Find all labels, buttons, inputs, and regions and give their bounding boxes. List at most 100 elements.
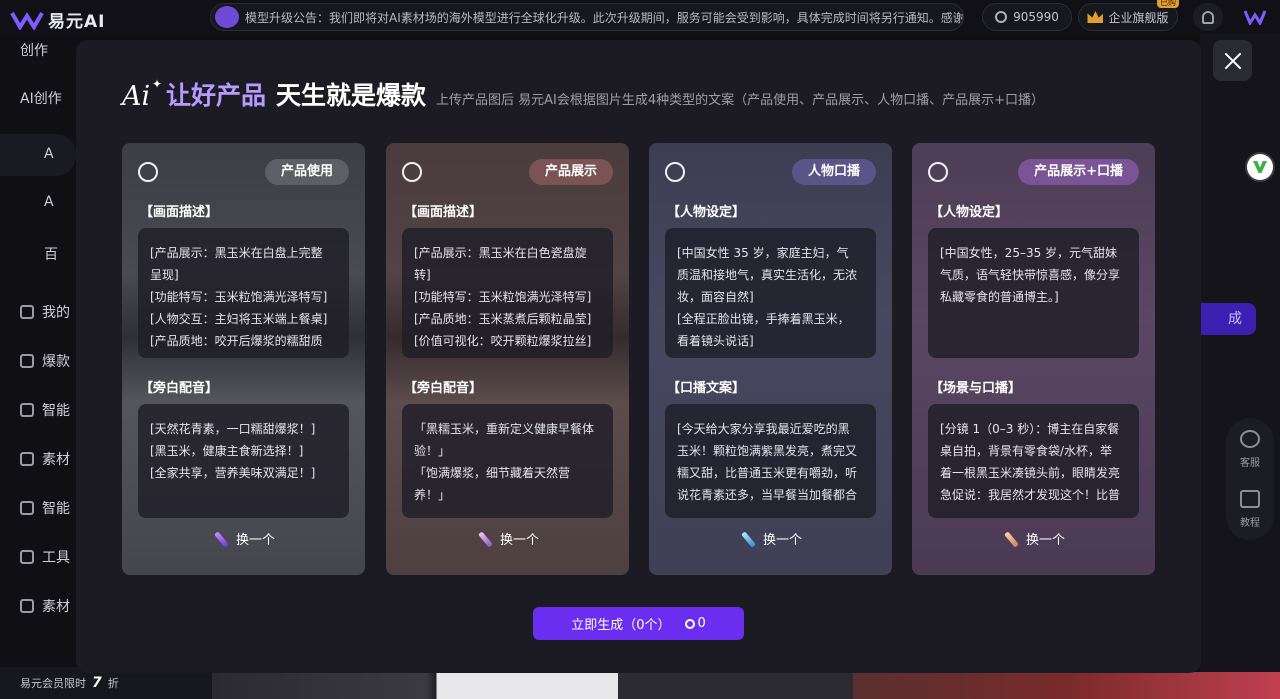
section1-box: [产品展示：黑玉米在白盘上完整 呈现] [功能特写：玉米粒饱满光泽特写] [人物…: [138, 228, 349, 358]
select-radio[interactable]: [665, 162, 685, 182]
text-line: [中国女性 35 岁，家庭主妇，气: [677, 246, 849, 260]
text-line: 看着镜头说话]: [677, 334, 754, 348]
promo-number: 7: [92, 675, 102, 691]
ai-sparkle-icon: Ai ✦: [122, 77, 162, 112]
sidebar-item-hot[interactable]: 爆款: [20, 351, 70, 371]
sidebar-item-mine[interactable]: 我的: [20, 302, 70, 322]
headset-icon[interactable]: [1240, 430, 1260, 448]
select-radio[interactable]: [402, 162, 422, 182]
card-product-display[interactable]: 产品展示 【画面描述】 [产品展示：黑玉米在白色瓷盘旋 转] [功能特写：玉米粒…: [386, 143, 629, 575]
text-line: 呈现]: [150, 268, 179, 282]
vip-plan-button[interactable]: 企业旗舰版 已购: [1078, 0, 1179, 31]
coin-balance[interactable]: 905990: [982, 3, 1072, 31]
copywriting-modal: Ai ✦ 让好产品 天生就是爆款 上传产品图后 易元AI会根据图片生成4种类型的文…: [76, 40, 1201, 673]
sidebar-item-sub-a[interactable]: A: [44, 146, 54, 162]
swap-label: 换一个: [499, 533, 539, 548]
text-line: 养！」: [414, 488, 451, 502]
floating-help-panel: 客服 教程: [1226, 418, 1274, 540]
swap-button[interactable]: 换一个: [386, 529, 629, 548]
announcement-banner[interactable]: 模型升级公告：我们即将对AI素材场的海外模型进行全球化升级。此次升级期间，服务可…: [210, 3, 964, 31]
avatar[interactable]: [1244, 9, 1266, 25]
text-line: 妆，面容自然]: [677, 290, 754, 304]
section1-box: [中国女性，25–35 岁，元气甜妹 气质，语气轻快带惊喜感，像分享 私藏零食的…: [928, 228, 1139, 358]
cube-icon: [20, 452, 34, 466]
modal-header: Ai ✦ 让好产品 天生就是爆款 上传产品图后 易元AI会根据图片生成4种类型的文…: [122, 76, 1044, 112]
text-line: [天然花青素，一口糯甜爆浆！]: [150, 422, 316, 436]
background-panel: [1200, 34, 1280, 699]
text-line: 着一根黑玉米凑镜头前，眼睛发亮: [940, 466, 1121, 480]
notification-button[interactable]: [1193, 3, 1223, 31]
card-product-use[interactable]: 产品使用 【画面描述】 [产品展示：黑玉米在白盘上完整 呈现] [功能特写：玉米…: [122, 143, 365, 575]
text-line: 糯又甜，比普通玉米更有嚼劲，听: [677, 466, 858, 480]
swap-label: 换一个: [762, 533, 802, 548]
card-tag: 产品使用: [264, 159, 349, 185]
sidebar-item-tools[interactable]: 工具: [20, 547, 70, 567]
card-tag: 人物口播: [791, 159, 876, 185]
sidebar-item-smart2[interactable]: 智能: [20, 498, 70, 518]
card-person-talk[interactable]: 人物口播 【人物设定】 [中国女性 35 岁，家庭主妇，气 质温和接地气，真实生…: [649, 143, 892, 575]
close-button[interactable]: [1213, 40, 1252, 81]
card-display-and-talk[interactable]: 产品展示+口播 【人物设定】 [中国女性，25–35 岁，元气甜妹 气质，语气轻…: [912, 143, 1155, 575]
section2-box: [天然花青素，一口糯甜爆浆！] [黑玉米，健康主食新选择！] [全家共享，营养美…: [138, 404, 349, 518]
coin-icon: [684, 618, 695, 629]
background-image-strip: [212, 672, 1280, 699]
text-line: [产品质地：咬开后爆浆的糯甜质: [150, 334, 323, 348]
tutorial-label: 教程: [1240, 518, 1260, 529]
text-line: [今天给大家分享我最近爱吃的黑: [677, 422, 850, 436]
generate-button[interactable]: 立即生成（0个） 0: [533, 607, 744, 640]
sidebar-item-create[interactable]: 创作: [20, 40, 48, 60]
sidebar-item-label: 智能: [42, 403, 70, 419]
logo[interactable]: 易元AI: [10, 7, 105, 32]
section1-title: 【人物设定】: [667, 205, 746, 220]
text-line: 转]: [414, 268, 431, 282]
sidebar-item-label: 爆款: [42, 354, 70, 370]
text-line: 「饱满爆浆，细节藏着天然营: [414, 466, 571, 480]
text-line: [价值可视化：咬开颗粒爆浆拉丝]: [414, 334, 592, 348]
crown-icon: [1087, 11, 1104, 23]
sidebar-active-highlight: [0, 134, 76, 176]
sidebar-item-label: 工具: [42, 550, 70, 566]
text-line: [产品展示：黑玉米在白色瓷盘旋: [414, 246, 587, 260]
coin-count: 905990: [1013, 10, 1059, 24]
text-line: 急促说：我居然才发现这个！比普: [940, 488, 1121, 502]
sidebar-item-ai-create[interactable]: AI创作: [20, 88, 62, 108]
vip-label: 企业旗舰版: [1108, 10, 1169, 25]
tool-icon: [20, 550, 34, 564]
text-line: 说花青素还多，当早餐当加餐都合: [677, 488, 858, 502]
sidebar-item-assets2[interactable]: 素材: [20, 596, 70, 616]
sidebar-item-label: 创作: [20, 43, 48, 59]
text-line: [产品质地：玉米蒸煮后颗粒晶莹]: [414, 312, 592, 326]
swap-button[interactable]: 换一个: [122, 529, 365, 548]
book-icon[interactable]: [1240, 490, 1260, 508]
doc-icon: [20, 403, 34, 417]
text-line: 「黑糯玉米，重新定义健康早餐体: [414, 422, 595, 436]
flame-icon: [20, 354, 34, 368]
swap-button[interactable]: 换一个: [649, 529, 892, 548]
sidebar-item-smart1[interactable]: 智能: [20, 400, 70, 420]
title-main: 天生就是爆款: [276, 81, 427, 110]
select-radio[interactable]: [138, 162, 158, 182]
text-line: [黑玉米，健康主食新选择！]: [150, 444, 304, 458]
generate-label: 立即生成（0个）: [571, 618, 671, 633]
image-icon: [20, 501, 34, 515]
swap-button[interactable]: 换一个: [912, 529, 1155, 548]
magic-wand-icon: [212, 530, 230, 548]
service-label: 客服: [1240, 458, 1260, 469]
sidebar-item-sub-b[interactable]: A: [44, 194, 54, 210]
sidebar-item-sub-c[interactable]: 百: [44, 244, 58, 264]
text-line: 玉米！颗粒饱满紫黑发亮，煮完又: [677, 444, 858, 458]
extension-badge[interactable]: [1247, 154, 1273, 180]
magic-wand-icon: [1002, 530, 1020, 548]
announcement-icon: [215, 6, 239, 28]
generate-cost-value: 0: [697, 616, 706, 631]
select-radio[interactable]: [928, 162, 948, 182]
magic-wand-icon: [476, 530, 494, 548]
sidebar-item-assets[interactable]: 素材: [20, 449, 70, 469]
sidebar-item-label: AI创作: [20, 91, 62, 107]
text-line: 验！」: [414, 444, 451, 458]
promo-suffix: 折: [107, 677, 119, 690]
section1-title: 【画面描述】: [404, 205, 483, 220]
sidebar-item-label: 我的: [42, 305, 70, 321]
text-line: [全家共享，营养美味双满足！]: [150, 466, 316, 480]
text-line: [功能特写：玉米粒饱满光泽特写]: [414, 290, 592, 304]
